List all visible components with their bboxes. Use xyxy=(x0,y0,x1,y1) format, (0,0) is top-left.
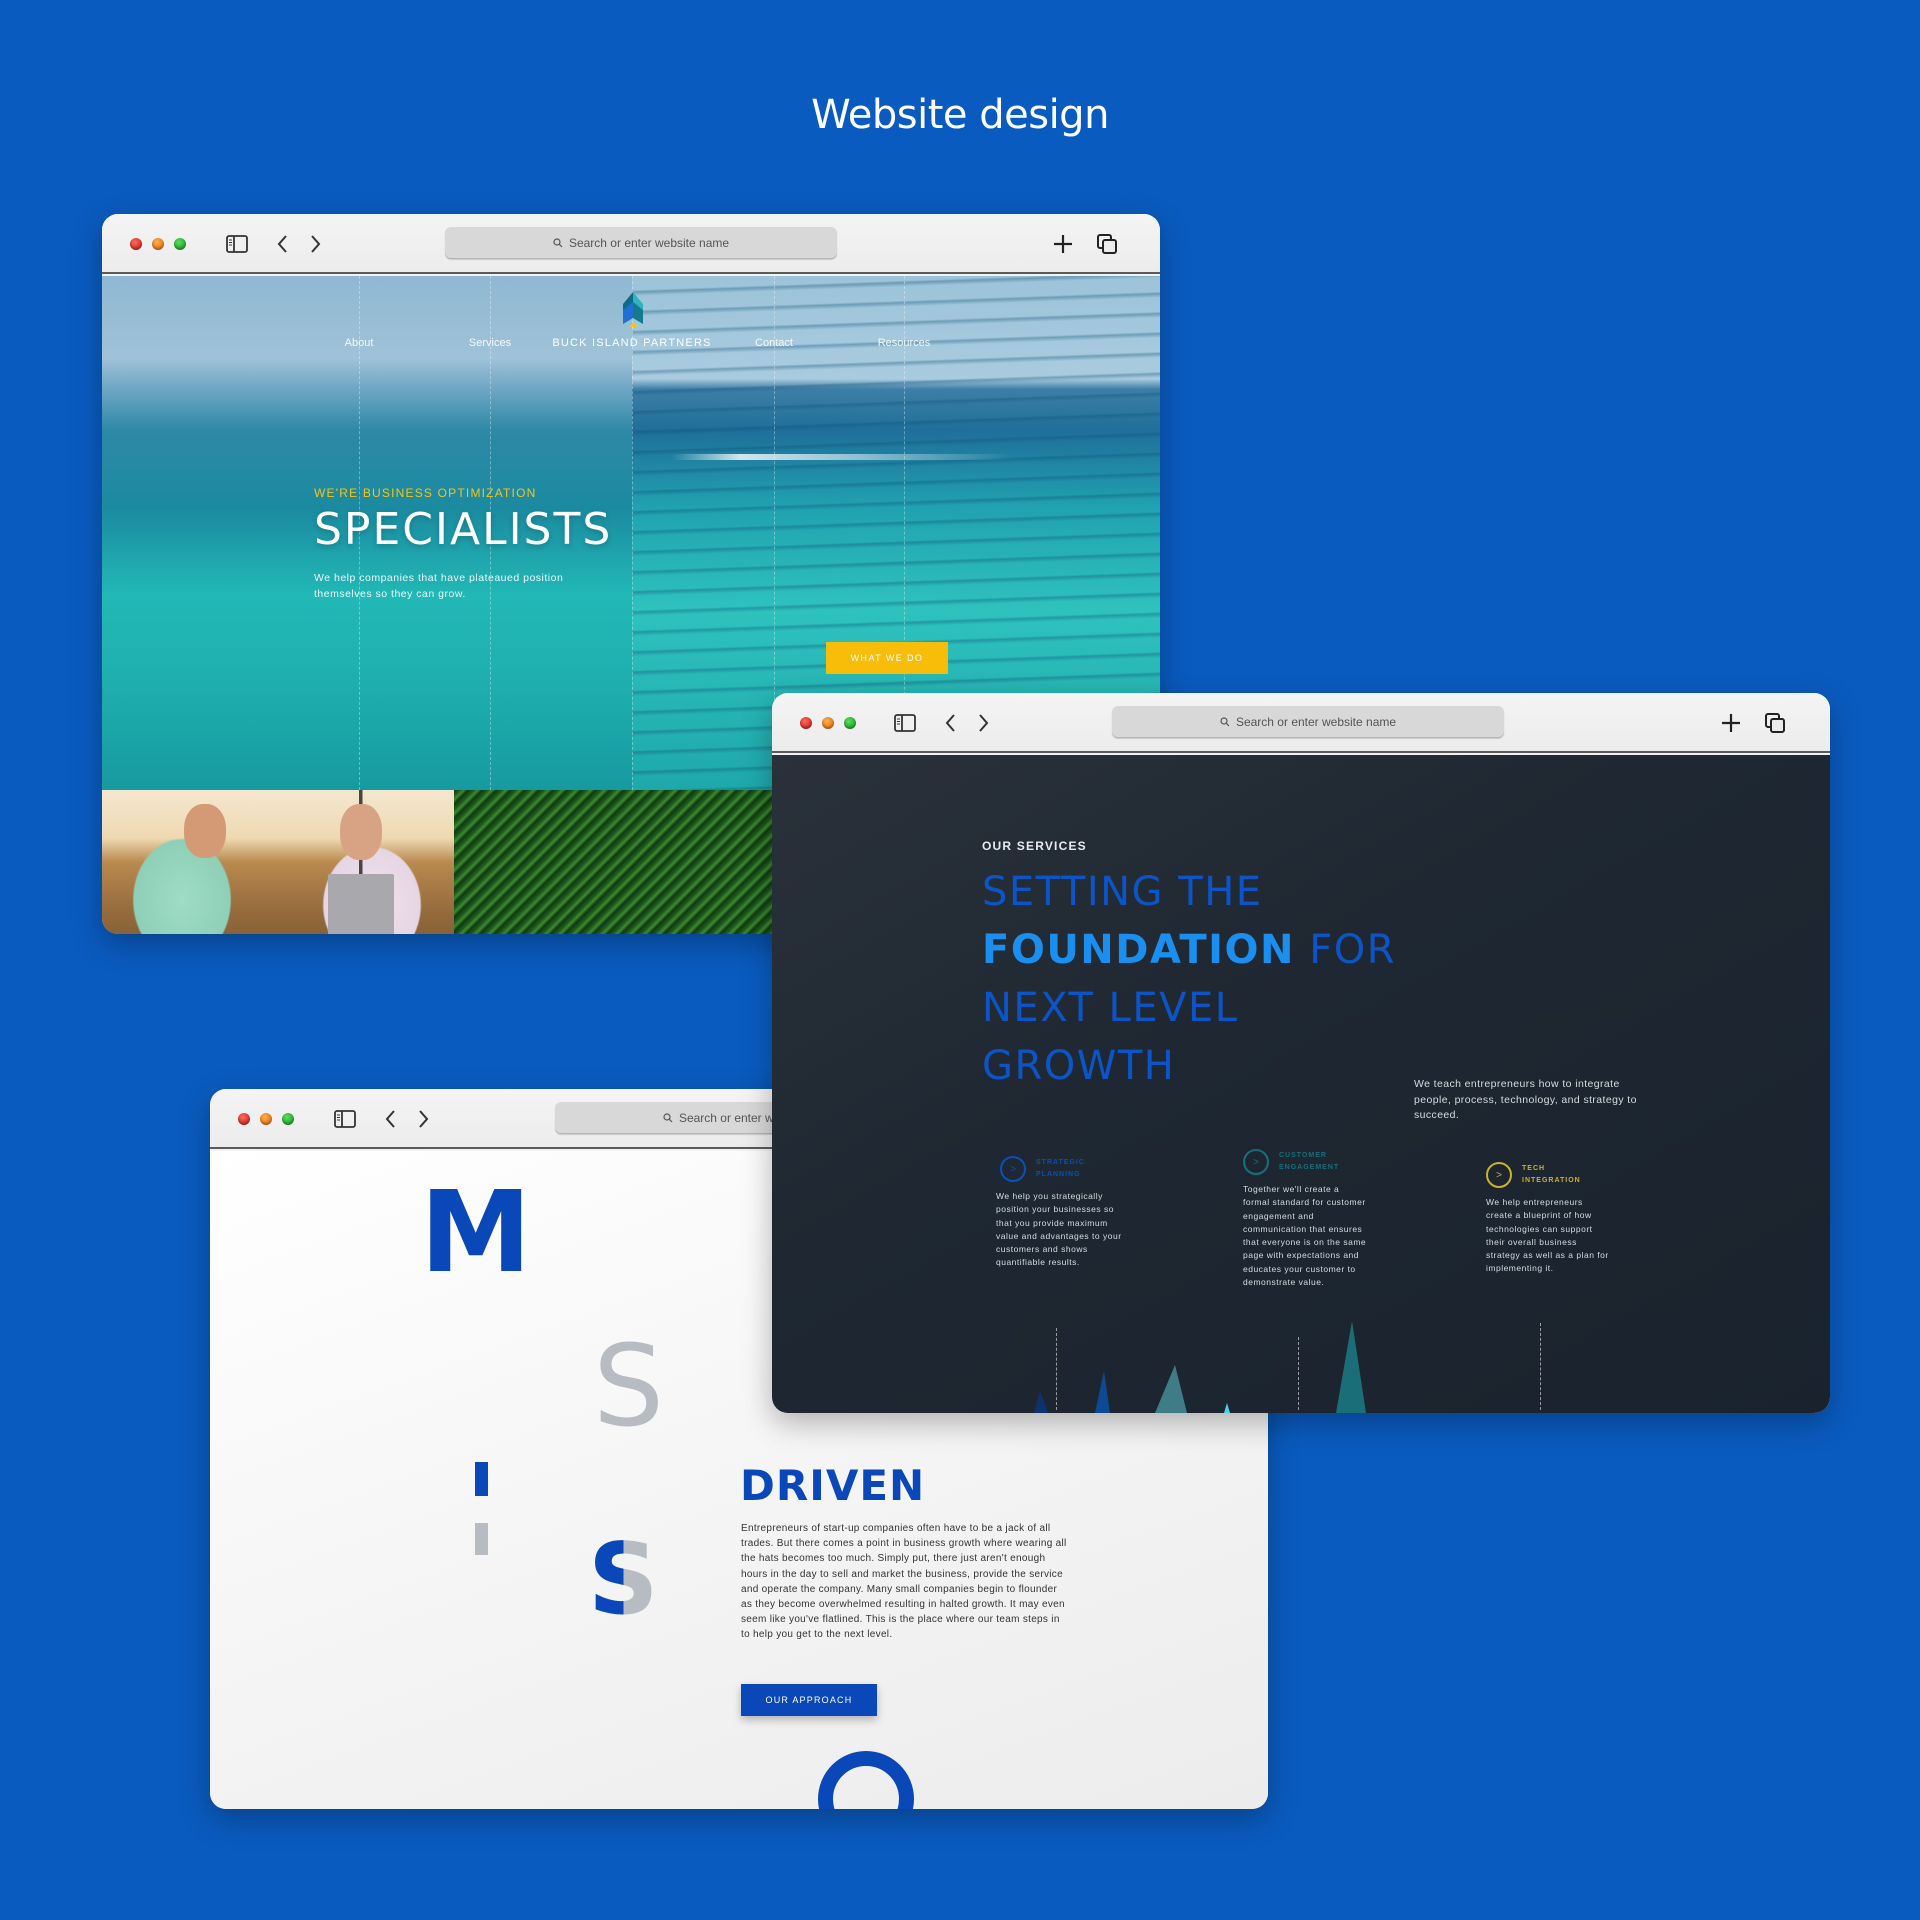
browser-toolbar: Search or enter website name xyxy=(102,214,1160,274)
headline-line-2-rest: FOR xyxy=(1295,927,1396,973)
forward-chevron-icon[interactable] xyxy=(302,231,328,257)
service-title-line-1: CUSTOMER xyxy=(1279,1152,1327,1159)
mountain-peak-shape xyxy=(1095,1371,1110,1413)
service-title-line-2: PLANNING xyxy=(1036,1171,1081,1178)
services-intro: We teach entrepreneurs how to integrate … xyxy=(1414,1078,1637,1121)
services-headline: SETTING THE FOUNDATION FOR NEXT LEVEL GR… xyxy=(982,863,1422,1095)
dotted-connector-line xyxy=(1540,1323,1541,1410)
address-placeholder: Search or enter website name xyxy=(1235,715,1397,729)
maximize-window-button[interactable] xyxy=(174,238,186,250)
mission-letter-m: M xyxy=(420,1168,532,1298)
mission-letter-s-split: S xyxy=(588,1523,659,1637)
close-window-button[interactable] xyxy=(800,717,812,729)
chevron-right-icon[interactable]: > xyxy=(1000,1156,1026,1182)
nav-services[interactable]: Services xyxy=(469,337,511,349)
brand-name[interactable]: BUCK ISLAND PARTNERS xyxy=(552,337,711,349)
maximize-window-button[interactable] xyxy=(282,1113,294,1125)
service-title: TECH INTEGRATION xyxy=(1522,1163,1581,1187)
address-bar[interactable]: Search or enter website name xyxy=(445,227,837,259)
nav-contact[interactable]: Contact xyxy=(755,337,793,349)
services-page: OUR SERVICES SETTING THE FOUNDATION FOR … xyxy=(772,755,1830,1413)
back-chevron-icon[interactable] xyxy=(938,710,964,736)
chevron-right-icon[interactable]: > xyxy=(1486,1162,1512,1188)
service-description: Together we'll create a formal standard … xyxy=(1243,1184,1367,1288)
dotted-connector-line xyxy=(1298,1337,1299,1410)
grid-guide-line xyxy=(632,276,633,790)
service-title-line-2: ENGAGEMENT xyxy=(1279,1164,1340,1171)
close-window-button[interactable] xyxy=(130,238,142,250)
hero-subtext: We help companies that have plateaued po… xyxy=(314,572,564,600)
hero-headline: SPECIALISTS xyxy=(314,504,613,555)
our-approach-button[interactable]: OUR APPROACH xyxy=(741,1684,877,1716)
search-icon xyxy=(553,238,563,248)
sidebar-icon[interactable] xyxy=(892,710,918,736)
service-title-line-1: TECH xyxy=(1522,1165,1546,1172)
driven-body: Entrepreneurs of start-up companies ofte… xyxy=(741,1523,1067,1641)
minimize-window-button[interactable] xyxy=(152,238,164,250)
nav-about[interactable]: About xyxy=(345,337,374,349)
team-meeting-photo xyxy=(102,790,454,934)
service-description: We help entrepreneurs create a blueprint… xyxy=(1486,1197,1609,1274)
service-card-tech-integration[interactable]: > TECH INTEGRATION We help entrepreneurs … xyxy=(1486,1162,1611,1276)
chevron-right-icon[interactable]: > xyxy=(1243,1149,1269,1175)
browser-toolbar: Search or enter website name xyxy=(772,693,1830,753)
mountain-peak-shape xyxy=(1336,1321,1366,1413)
maximize-window-button[interactable] xyxy=(844,717,856,729)
new-tab-plus-icon[interactable] xyxy=(1050,231,1076,257)
service-description: We help you strategically position your … xyxy=(996,1191,1122,1268)
address-placeholder: Search or enter website name xyxy=(568,236,730,250)
sidebar-icon[interactable] xyxy=(332,1106,358,1132)
window-controls xyxy=(800,717,856,729)
mission-letter-i-bottom xyxy=(475,1523,488,1555)
sidebar-icon[interactable] xyxy=(224,231,250,257)
mission-letter-o xyxy=(818,1751,914,1809)
mission-letter-s: S xyxy=(593,1322,665,1452)
service-card-customer-engagement[interactable]: > CUSTOMER ENGAGEMENT Together we'll crea… xyxy=(1243,1149,1368,1289)
minimize-window-button[interactable] xyxy=(822,717,834,729)
page-title: Website design xyxy=(811,92,1109,138)
minimize-window-button[interactable] xyxy=(260,1113,272,1125)
what-we-do-button[interactable]: WHAT WE DO xyxy=(826,642,948,674)
forward-chevron-icon[interactable] xyxy=(970,710,996,736)
service-title-line-1: STRATEGIC xyxy=(1036,1159,1085,1166)
service-title: STRATEGIC PLANNING xyxy=(1036,1157,1085,1181)
search-icon xyxy=(663,1113,673,1123)
address-bar[interactable]: Search or enter website name xyxy=(1112,706,1504,738)
driven-title: DRIVEN xyxy=(740,1461,926,1510)
mission-letter-i-top xyxy=(475,1462,488,1496)
nav-resources[interactable]: Resources xyxy=(878,337,931,349)
headline-line-4: GROWTH xyxy=(982,1043,1176,1089)
mountain-peak-shape xyxy=(1224,1403,1230,1413)
hero-eyebrow: WE'RE BUSINESS OPTIMIZATION xyxy=(314,486,537,500)
new-tab-plus-icon[interactable] xyxy=(1718,710,1744,736)
browser-window-services: Search or enter website name OUR SERVICE… xyxy=(772,693,1830,1413)
buck-island-logo-icon xyxy=(623,292,643,327)
tabs-overview-icon[interactable] xyxy=(1762,710,1788,736)
tabs-overview-icon[interactable] xyxy=(1094,231,1120,257)
service-title: CUSTOMER ENGAGEMENT xyxy=(1279,1150,1339,1174)
headline-line-3: NEXT LEVEL xyxy=(982,985,1239,1031)
close-window-button[interactable] xyxy=(238,1113,250,1125)
back-chevron-icon[interactable] xyxy=(378,1106,404,1132)
services-eyebrow: OUR SERVICES xyxy=(982,839,1087,853)
service-card-strategic-planning[interactable]: > STRATEGIC PLANNING We help you strategi… xyxy=(996,1156,1125,1270)
back-chevron-icon[interactable] xyxy=(270,231,296,257)
headline-emphasis: FOUNDATION xyxy=(982,927,1295,973)
mountain-peak-shape xyxy=(1034,1391,1048,1413)
dotted-connector-line xyxy=(1056,1328,1057,1410)
headline-line-2: FOUNDATION FOR xyxy=(982,921,1422,979)
headline-line-1: SETTING THE xyxy=(982,869,1263,915)
window-controls xyxy=(130,238,186,250)
window-controls xyxy=(238,1113,294,1125)
forward-chevron-icon[interactable] xyxy=(410,1106,436,1132)
search-icon xyxy=(1220,717,1230,727)
mountain-peak-shape xyxy=(1155,1365,1187,1413)
service-title-line-2: INTEGRATION xyxy=(1522,1177,1581,1184)
